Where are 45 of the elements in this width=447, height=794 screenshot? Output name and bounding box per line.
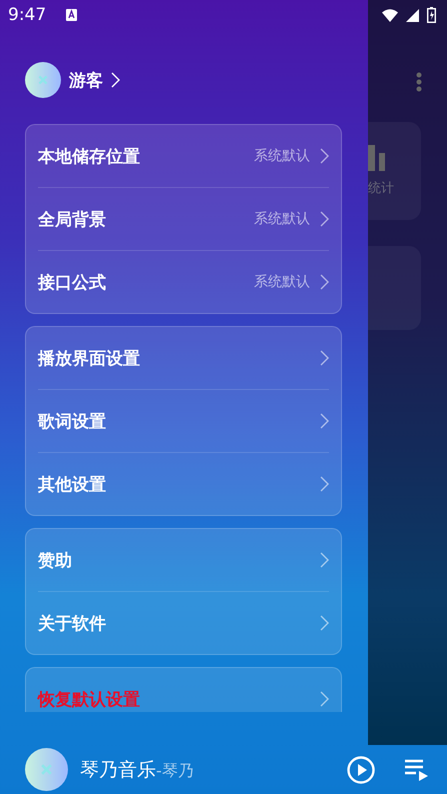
- chevron-icon: [320, 350, 329, 366]
- more-icon[interactable]: [416, 72, 422, 92]
- bar-chart-icon: [368, 145, 386, 171]
- chevron-icon: [320, 413, 329, 429]
- play-icon[interactable]: [347, 756, 375, 784]
- chevron-icon: [111, 72, 120, 88]
- settings-item[interactable]: 全局背景 系统默认: [38, 187, 329, 250]
- settings-label: 本地储存位置: [38, 146, 141, 168]
- chevron-icon: [320, 476, 329, 492]
- song-title: 琴乃音乐: [80, 758, 156, 782]
- profile-name[interactable]: 游客: [69, 68, 103, 92]
- settings-item[interactable]: 播放界面设置: [38, 327, 329, 389]
- settings-label: 关于软件: [38, 612, 107, 634]
- settings-item[interactable]: 赞助: [38, 529, 329, 591]
- status-time: 9:47: [8, 5, 46, 25]
- chevron-icon: [320, 615, 329, 631]
- settings-item[interactable]: 关于软件: [38, 591, 329, 654]
- playlist-icon[interactable]: [405, 758, 429, 780]
- chevron-icon: [320, 211, 329, 227]
- settings-item[interactable]: 歌词设置: [38, 389, 329, 452]
- settings-label: 赞助: [38, 550, 73, 572]
- settings-label: 其他设置: [38, 474, 107, 496]
- settings-label: 歌词设置: [38, 410, 107, 432]
- avatar-icon[interactable]: [25, 62, 61, 98]
- avatar-icon[interactable]: [25, 748, 68, 791]
- settings-label: 播放界面设置: [38, 348, 141, 370]
- keyboard-icon: [66, 9, 78, 21]
- settings-item[interactable]: 本地储存位置 系统默认: [38, 125, 329, 187]
- battery-icon: [427, 7, 436, 23]
- signal-icon: [406, 8, 419, 22]
- settings-value: 系统默认: [254, 147, 310, 165]
- chevron-icon: [320, 148, 329, 164]
- settings-label: 恢复默认设置: [38, 688, 141, 710]
- settings-label: 全局背景: [38, 208, 107, 230]
- song-artist: -琴乃: [156, 760, 194, 782]
- chevron-icon: [320, 552, 329, 568]
- settings-item[interactable]: 接口公式 系统默认: [38, 250, 329, 313]
- settings-value: 系统默认: [254, 273, 310, 291]
- settings-value: 系统默认: [254, 210, 310, 228]
- chevron-icon: [320, 274, 329, 290]
- settings-item[interactable]: 其他设置: [38, 452, 329, 515]
- chevron-icon: [320, 691, 329, 707]
- settings-label: 接口公式: [38, 272, 107, 294]
- card-label: 统计: [368, 180, 395, 197]
- wifi-icon: [382, 8, 398, 22]
